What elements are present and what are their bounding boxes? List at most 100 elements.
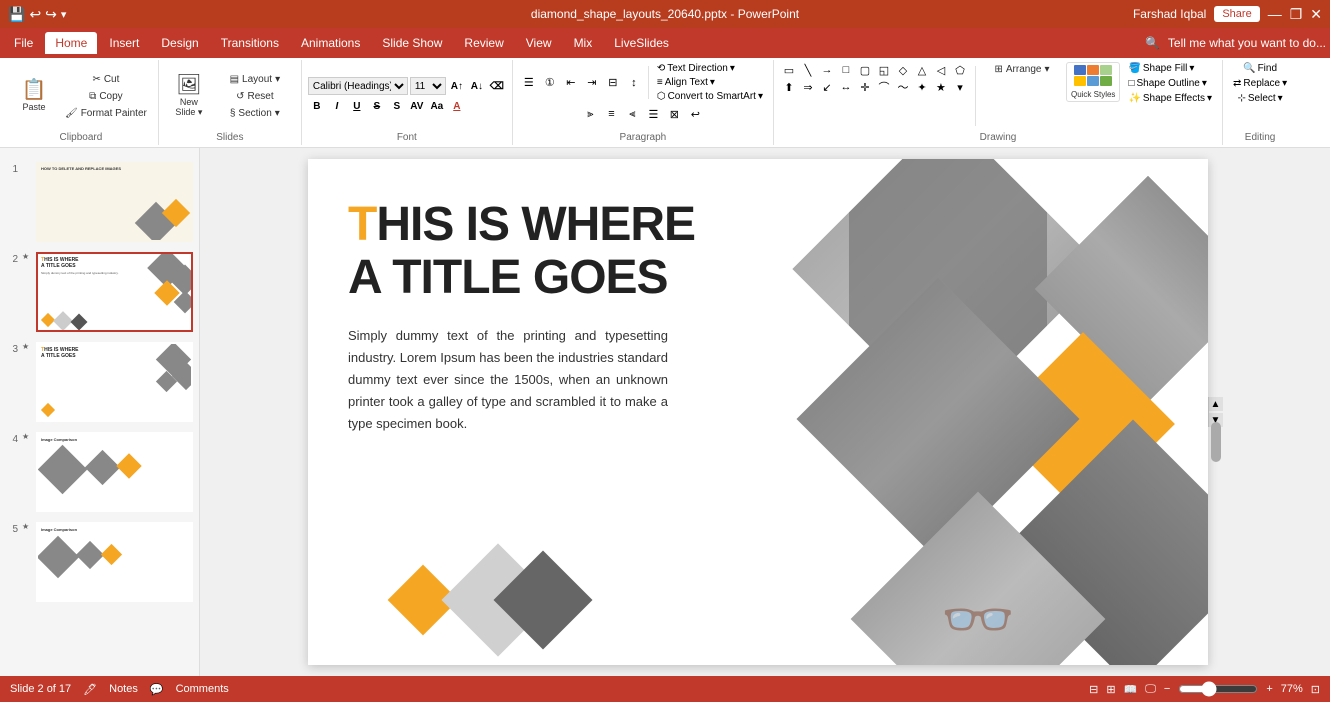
underline-button[interactable]: U bbox=[348, 97, 366, 115]
increase-font-button[interactable]: A↑ bbox=[448, 77, 466, 95]
zoom-in-button[interactable]: + bbox=[1266, 683, 1272, 695]
zoom-slider[interactable] bbox=[1178, 681, 1258, 697]
decrease-font-button[interactable]: A↓ bbox=[468, 77, 486, 95]
strikethrough-button[interactable]: S bbox=[368, 97, 386, 115]
rtl-button[interactable]: ↩ bbox=[685, 105, 705, 123]
menu-item-liveslides[interactable]: LiveSlides bbox=[604, 32, 679, 54]
redo-icon[interactable]: ↪ bbox=[45, 6, 57, 23]
bullet-list-button[interactable]: ☰ bbox=[519, 74, 539, 92]
clear-format-button[interactable]: ⌫ bbox=[488, 77, 506, 95]
layout-button[interactable]: ▤ Layout ▾ bbox=[215, 72, 295, 87]
increase-indent-button[interactable]: ⇥ bbox=[582, 74, 602, 92]
shape-callout[interactable]: ⌒ bbox=[875, 79, 893, 95]
shape-more[interactable]: ▾ bbox=[951, 79, 969, 95]
quick-styles-button[interactable]: Quick Styles bbox=[1066, 62, 1120, 102]
fit-slide-button[interactable]: ⊡ bbox=[1311, 683, 1320, 696]
close-button[interactable]: ✕ bbox=[1310, 6, 1322, 23]
shape-outline-button[interactable]: □ Shape Outline ▾ bbox=[1124, 77, 1216, 90]
shape-arrow-bl[interactable]: ↙ bbox=[818, 79, 836, 95]
reset-button[interactable]: ↺ Reset bbox=[215, 89, 295, 104]
shape-snip[interactable]: ◱ bbox=[875, 62, 893, 78]
convert-smartart-button[interactable]: ⬡ Convert to SmartArt ▾ bbox=[653, 90, 767, 103]
shape-line[interactable]: ╲ bbox=[799, 62, 817, 78]
replace-button[interactable]: ⇄ Replace ▾ bbox=[1229, 77, 1291, 90]
slide-image-4[interactable]: Image Comparison bbox=[36, 432, 193, 512]
copy-button[interactable]: ⧉ Copy bbox=[60, 89, 152, 104]
slide-thumb-2[interactable]: 2 ★ THIS IS WHEREA TITLE GOES Simply dum… bbox=[4, 250, 195, 334]
format-painter-button[interactable]: 🖌 Format Painter bbox=[60, 106, 152, 121]
section-button[interactable]: § Section ▾ bbox=[215, 106, 295, 121]
italic-button[interactable]: I bbox=[328, 97, 346, 115]
shape-fill-button[interactable]: 🪣 Shape Fill ▾ bbox=[1124, 62, 1216, 75]
shape-diamond[interactable]: ◇ bbox=[894, 62, 912, 78]
minimize-button[interactable]: — bbox=[1268, 6, 1282, 22]
menu-item-slideshow[interactable]: Slide Show bbox=[372, 32, 452, 54]
shape-arrow-line[interactable]: → bbox=[818, 62, 836, 78]
share-button[interactable]: Share bbox=[1214, 6, 1259, 22]
align-text-button[interactable]: ≡ Align Text ▾ bbox=[653, 76, 767, 89]
slide-image-2[interactable]: THIS IS WHEREA TITLE GOES Simply dummy t… bbox=[36, 252, 193, 332]
menu-item-review[interactable]: Review bbox=[454, 32, 513, 54]
shape-star4[interactable]: ✦ bbox=[913, 79, 931, 95]
bold-button[interactable]: B bbox=[308, 97, 326, 115]
shape-rtriangle[interactable]: ◁ bbox=[932, 62, 950, 78]
undo-icon[interactable]: ↩ bbox=[29, 6, 41, 23]
slide-sorter-button[interactable]: ⊞ bbox=[1106, 683, 1115, 696]
font-family-select[interactable]: Calibri (Headings) bbox=[308, 77, 408, 95]
find-button[interactable]: 🔍 Find bbox=[1239, 62, 1281, 75]
shape-star5[interactable]: ★ bbox=[932, 79, 950, 95]
menu-item-animations[interactable]: Animations bbox=[291, 32, 370, 54]
columns-button[interactable]: ⊟ bbox=[603, 74, 623, 92]
comments-button[interactable]: Comments bbox=[176, 683, 229, 695]
shape-rect[interactable]: ▭ bbox=[780, 62, 798, 78]
font-size-input[interactable]: Aa bbox=[428, 97, 446, 115]
align-right-button[interactable]: ⫷ bbox=[622, 105, 642, 123]
slide-thumb-5[interactable]: 5 ★ Image Comparison bbox=[4, 520, 195, 604]
menu-item-file[interactable]: File bbox=[4, 32, 43, 54]
slide-thumb-1[interactable]: 1 HOW TO DELETE AND REPLACE IMAGES bbox=[4, 160, 195, 244]
menu-item-home[interactable]: Home bbox=[45, 32, 97, 54]
shape-round-rect[interactable]: ▢ bbox=[856, 62, 874, 78]
scroll-up-button[interactable]: ▲ bbox=[1209, 397, 1223, 411]
reading-view-button[interactable]: 📖 bbox=[1124, 683, 1138, 696]
font-color-button[interactable]: A bbox=[448, 97, 466, 115]
presenter-view-button[interactable]: 🖵 bbox=[1145, 683, 1156, 696]
text-direction-button[interactable]: ⟲ Text Direction ▾ bbox=[653, 62, 767, 75]
paste-button[interactable]: 📋 Paste bbox=[10, 78, 58, 114]
vertical-scrollbar[interactable]: ▲ ▼ bbox=[1208, 397, 1222, 427]
shape-effects-button[interactable]: ✨ Shape Effects ▾ bbox=[1124, 92, 1216, 105]
zoom-out-button[interactable]: − bbox=[1164, 683, 1170, 695]
menu-item-view[interactable]: View bbox=[516, 32, 562, 54]
shape-penta[interactable]: ⬠ bbox=[951, 62, 969, 78]
shape-rect2[interactable]: □ bbox=[837, 62, 855, 78]
shape-wave[interactable]: 〜 bbox=[894, 79, 912, 95]
notes-button[interactable]: Notes bbox=[109, 683, 138, 695]
justify-button[interactable]: ☰ bbox=[643, 105, 663, 123]
align-center-button[interactable]: ≡ bbox=[601, 105, 621, 123]
char-spacing-button[interactable]: AV bbox=[408, 97, 426, 115]
restore-button[interactable]: ❐ bbox=[1290, 6, 1303, 23]
cut-button[interactable]: ✂ Cut bbox=[60, 72, 152, 87]
justify-low-button[interactable]: ⊠ bbox=[664, 105, 684, 123]
customize-icon[interactable]: ▾ bbox=[61, 8, 67, 21]
slide-canvas[interactable]: THIS IS WHERE A TITLE GOES Simply dummy … bbox=[308, 159, 1208, 665]
menu-item-design[interactable]: Design bbox=[151, 32, 208, 54]
slide-thumb-3[interactable]: 3 ★ THIS IS WHEREA TITLE GOES bbox=[4, 340, 195, 424]
scroll-thumb[interactable] bbox=[1211, 422, 1221, 462]
menu-item-insert[interactable]: Insert bbox=[99, 32, 149, 54]
slide-image-5[interactable]: Image Comparison bbox=[36, 522, 193, 602]
new-slide-button[interactable]: 🖼 NewSlide ▾ bbox=[165, 73, 213, 120]
save-icon[interactable]: 💾 bbox=[8, 6, 25, 23]
font-size-select[interactable]: 11 bbox=[410, 77, 446, 95]
shape-arrow-up[interactable]: ⬆ bbox=[780, 79, 798, 95]
shape-arrow-r[interactable]: ⇒ bbox=[799, 79, 817, 95]
slide-image-1[interactable]: HOW TO DELETE AND REPLACE IMAGES bbox=[36, 162, 193, 242]
select-button[interactable]: ⊹ Select ▾ bbox=[1233, 92, 1286, 105]
slide-thumb-4[interactable]: 4 ★ Image Comparison bbox=[4, 430, 195, 514]
shadow-button[interactable]: S bbox=[388, 97, 406, 115]
menu-item-mix[interactable]: Mix bbox=[564, 32, 603, 54]
shape-triangle[interactable]: △ bbox=[913, 62, 931, 78]
shape-arrow-quad[interactable]: ✛ bbox=[856, 79, 874, 95]
slide-image-3[interactable]: THIS IS WHEREA TITLE GOES bbox=[36, 342, 193, 422]
line-spacing-button[interactable]: ↕ bbox=[624, 74, 644, 92]
